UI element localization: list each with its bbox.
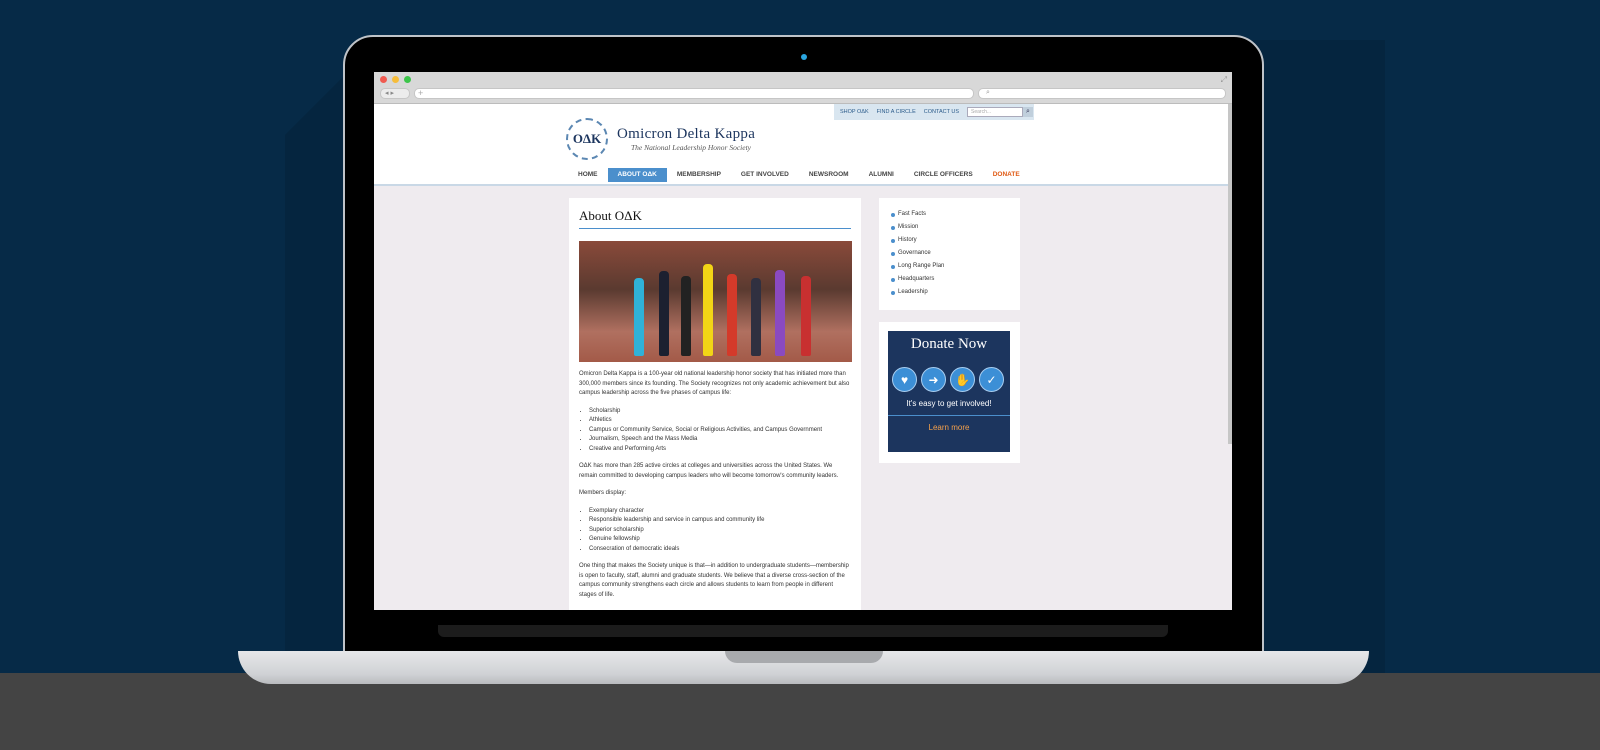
address-bar[interactable]: +	[414, 88, 974, 99]
intro-paragraph: Omicron Delta Kappa is a 100-year old na…	[579, 371, 850, 396]
sidebar-item-headquarters[interactable]: Headquarters	[891, 273, 1010, 286]
phases-list: Scholarship Athletics Campus or Communit…	[579, 407, 851, 455]
sidebar-item-leadership[interactable]: Leadership	[891, 286, 1010, 299]
nav-home[interactable]: HOME	[568, 168, 608, 182]
photo-figure	[634, 278, 644, 356]
floor	[0, 673, 1600, 750]
sidebar-item-governance[interactable]: Governance	[891, 247, 1010, 260]
photo-figure	[801, 276, 811, 356]
main-content: About OΔK Omicron Delta Kappa is a 100-y…	[569, 198, 861, 610]
circles-paragraph: OΔK has more than 285 active circles at …	[579, 463, 839, 479]
sidebar-item-mission[interactable]: Mission	[891, 221, 1010, 234]
odk-seal-logo[interactable]: OΔK	[566, 118, 608, 160]
list-item: Exemplary character	[589, 507, 851, 517]
donate-banner[interactable]: Donate Now ♥ ➜ ✋ ✓ It's easy to get invo…	[888, 331, 1010, 452]
add-icon[interactable]: +	[418, 88, 423, 98]
arrow-icon: ➜	[921, 367, 946, 392]
donate-icons: ♥ ➜ ✋ ✓	[892, 367, 1004, 392]
nav-membership[interactable]: MEMBERSHIP	[667, 168, 731, 182]
nav-get-involved[interactable]: GET INVOLVED	[731, 168, 799, 182]
maximize-window-button[interactable]	[404, 76, 411, 83]
photo-figure	[775, 270, 785, 356]
camera-icon	[801, 54, 807, 60]
nav-newsroom[interactable]: NEWSROOM	[799, 168, 859, 182]
list-item: Superior scholarship	[589, 526, 851, 536]
logo-mark: OΔK	[572, 131, 602, 146]
laptop-hinge	[438, 625, 1168, 637]
nav-circle-officers[interactable]: CIRCLE OFFICERS	[904, 168, 983, 182]
site-search-input[interactable]: Search...	[967, 107, 1024, 117]
site-subtitle: The National Leadership Honor Society	[631, 143, 751, 152]
about-sidebar-nav: Fast Facts Mission History Governance Lo…	[879, 198, 1020, 310]
utility-link-contact[interactable]: CONTACT US	[924, 109, 959, 115]
page-scrollbar[interactable]	[1228, 104, 1232, 444]
photo-figure	[751, 278, 761, 356]
sidebar-item-fast-facts[interactable]: Fast Facts	[891, 208, 1010, 221]
list-item: Consecration of democratic ideals	[589, 545, 851, 555]
nav-alumni[interactable]: ALUMNI	[859, 168, 904, 182]
members-label: Members display:	[579, 490, 627, 496]
list-item: Creative and Performing Arts	[589, 445, 851, 455]
web-page: SHOP OΔK FIND A CIRCLE CONTACT US Search…	[374, 104, 1232, 610]
nav-about[interactable]: ABOUT OΔK	[607, 168, 667, 182]
list-item: Responsible leadership and service in ca…	[589, 516, 851, 526]
photo-figure	[727, 274, 737, 356]
search-icon: ⌕	[986, 89, 990, 96]
photo-figure	[703, 264, 713, 356]
sidebar-item-history[interactable]: History	[891, 234, 1010, 247]
fullscreen-icon[interactable]: ⤢	[1221, 75, 1227, 85]
main-navigation: HOME ABOUT OΔK MEMBERSHIP GET INVOLVED N…	[568, 168, 1030, 182]
list-item: Athletics	[589, 416, 851, 426]
utility-link-find-circle[interactable]: FIND A CIRCLE	[877, 109, 916, 115]
list-item: Scholarship	[589, 407, 851, 417]
search-icon[interactable]: ⌕	[1023, 107, 1034, 117]
utility-bar: SHOP OΔK FIND A CIRCLE CONTACT US Search…	[834, 104, 1034, 120]
hand-icon: ✋	[950, 367, 975, 392]
site-title[interactable]: Omicron Delta Kappa	[617, 126, 755, 143]
back-forward-buttons[interactable]: ◂ ▸	[380, 88, 410, 99]
group-photo	[579, 241, 852, 362]
page-title: About OΔK	[579, 208, 851, 229]
unique-paragraph: One thing that makes the Society unique …	[579, 563, 849, 598]
browser-window: ⤢ ◂ ▸ + ⌕ SHOP OΔK FIND A CIRCLE CONTACT…	[374, 72, 1232, 610]
photo-figure	[659, 271, 669, 356]
photo-figure	[681, 276, 691, 356]
list-item: Campus or Community Service, Social or R…	[589, 426, 851, 436]
list-item: Genuine fellowship	[589, 535, 851, 545]
heart-icon: ♥	[892, 367, 917, 392]
sidebar-item-long-range-plan[interactable]: Long Range Plan	[891, 260, 1010, 273]
donate-widget: Donate Now ♥ ➜ ✋ ✓ It's easy to get invo…	[879, 322, 1020, 463]
close-window-button[interactable]	[380, 76, 387, 83]
site-header: SHOP OΔK FIND A CIRCLE CONTACT US Search…	[374, 104, 1232, 186]
traits-list: Exemplary character Responsible leadersh…	[579, 507, 851, 555]
nav-donate[interactable]: DONATE	[983, 168, 1030, 182]
minimize-window-button[interactable]	[392, 76, 399, 83]
check-icon: ✓	[979, 367, 1004, 392]
list-item: Journalism, Speech and the Mass Media	[589, 435, 851, 445]
divider	[888, 415, 1010, 416]
learn-more-link[interactable]: Learn more	[888, 423, 1010, 432]
browser-chrome: ⤢ ◂ ▸ + ⌕	[374, 72, 1232, 104]
laptop-notch	[725, 651, 883, 663]
utility-link-shop[interactable]: SHOP OΔK	[840, 109, 869, 115]
browser-search-bar[interactable]: ⌕	[978, 88, 1226, 99]
donate-title: Donate Now	[910, 336, 988, 352]
donate-tagline: It's easy to get involved!	[906, 399, 992, 408]
